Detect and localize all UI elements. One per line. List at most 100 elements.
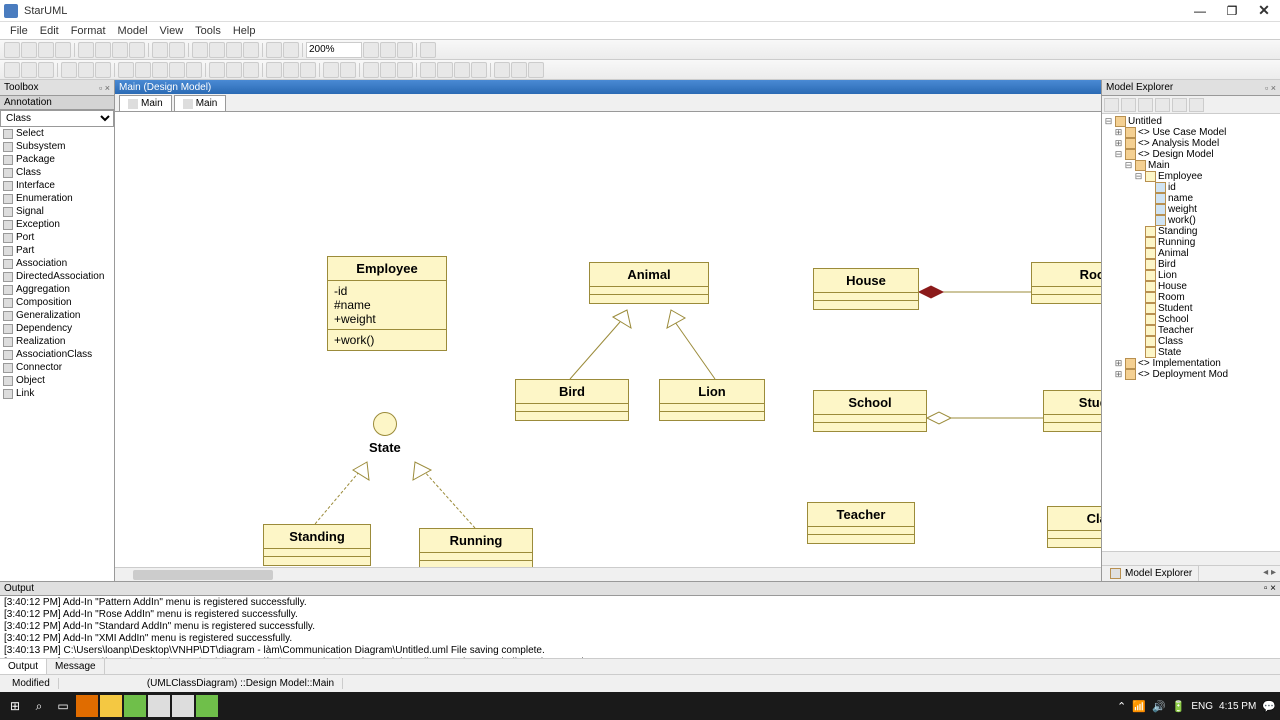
taskbar-app-5[interactable] [172, 695, 194, 717]
fmt-c[interactable] [95, 62, 111, 78]
toolbox-item-aggregation[interactable]: Aggregation [0, 283, 114, 296]
fmt-j[interactable] [283, 62, 299, 78]
undo-button[interactable] [152, 42, 168, 58]
class-room[interactable]: Room [1031, 262, 1101, 304]
fmt-q[interactable] [420, 62, 436, 78]
cut-button[interactable] [78, 42, 94, 58]
fmt-n[interactable] [363, 62, 379, 78]
fmt-v[interactable] [511, 62, 527, 78]
output-tab-output[interactable]: Output [0, 659, 47, 674]
menu-tools[interactable]: Tools [189, 23, 227, 39]
tree-emp-attr-0[interactable]: id [1104, 182, 1278, 193]
taskview-icon[interactable]: ▭ [52, 695, 74, 717]
fmt-k[interactable] [300, 62, 316, 78]
toolbox-item-link[interactable]: Link [0, 387, 114, 400]
fmt-e[interactable] [135, 62, 151, 78]
fmt-d[interactable] [118, 62, 134, 78]
delete-button[interactable] [129, 42, 145, 58]
menu-format[interactable]: Format [65, 23, 112, 39]
toolbox-item-connector[interactable]: Connector [0, 361, 114, 374]
fmt-l[interactable] [323, 62, 339, 78]
class-standing[interactable]: Standing [263, 524, 371, 566]
menu-view[interactable]: View [154, 23, 190, 39]
tree-class-class[interactable]: Class [1104, 336, 1278, 347]
taskbar-app-3[interactable] [124, 695, 146, 717]
tree-toggle-icon[interactable]: ⊟ [1114, 149, 1123, 160]
toolbox-item-dependency[interactable]: Dependency [0, 322, 114, 335]
open-button[interactable] [21, 42, 37, 58]
tree-model-1[interactable]: ⊞<> Analysis Model [1104, 138, 1278, 149]
align-center[interactable] [226, 62, 242, 78]
explorer-tab-nav[interactable]: ◂ ▸ [1259, 566, 1280, 581]
tree-toggle-icon[interactable]: ⊟ [1124, 160, 1133, 171]
toolbox-item-associationclass[interactable]: AssociationClass [0, 348, 114, 361]
paste-button[interactable] [112, 42, 128, 58]
toolbox-item-part[interactable]: Part [0, 244, 114, 257]
explorer-btn-1[interactable] [1104, 98, 1119, 112]
fmt-h[interactable] [186, 62, 202, 78]
explorer-btn-3[interactable] [1138, 98, 1153, 112]
tb-btn-f[interactable] [420, 42, 436, 58]
toolbox-item-signal[interactable]: Signal [0, 205, 114, 218]
explorer-btn-5[interactable] [1172, 98, 1187, 112]
start-button[interactable]: ⊞ [4, 695, 26, 717]
font-button[interactable] [4, 62, 20, 78]
toolbox-section-annotation[interactable]: Annotation [0, 96, 114, 110]
explorer-tab-model[interactable]: Model Explorer [1102, 566, 1199, 581]
close-button[interactable]: ✕ [1252, 3, 1276, 19]
save-button[interactable] [38, 42, 54, 58]
tree-class-house[interactable]: House [1104, 281, 1278, 292]
fmt-i[interactable] [266, 62, 282, 78]
toolbox-item-composition[interactable]: Composition [0, 296, 114, 309]
toolbox-controls[interactable]: ▫ × [99, 83, 110, 93]
tray-network-icon[interactable]: 📶 [1132, 700, 1146, 713]
tray-notifications-icon[interactable]: 💬 [1262, 700, 1276, 713]
tray-time[interactable]: 4:15 PM [1219, 701, 1256, 712]
tree-emp-attr-1[interactable]: name [1104, 193, 1278, 204]
tree-class-running[interactable]: Running [1104, 237, 1278, 248]
zoom-out-button[interactable] [363, 42, 379, 58]
tree-class-teacher[interactable]: Teacher [1104, 325, 1278, 336]
menu-file[interactable]: File [4, 23, 34, 39]
fmt-m[interactable] [340, 62, 356, 78]
toolbox-item-association[interactable]: Association [0, 257, 114, 270]
menu-edit[interactable]: Edit [34, 23, 65, 39]
menu-model[interactable]: Model [112, 23, 154, 39]
canvas-tab-main-1[interactable]: Main [119, 95, 172, 111]
taskbar-app-2[interactable] [100, 695, 122, 717]
redo-button[interactable] [169, 42, 185, 58]
explorer-btn-6[interactable] [1189, 98, 1204, 112]
tree-class-bird[interactable]: Bird [1104, 259, 1278, 270]
tree-root[interactable]: ⊟Untitled [1104, 116, 1278, 127]
toolbox-item-package[interactable]: Package [0, 153, 114, 166]
fmt-o[interactable] [380, 62, 396, 78]
zoom-in-button[interactable] [380, 42, 396, 58]
tb-btn-c[interactable] [243, 42, 259, 58]
taskbar-app-6[interactable] [196, 695, 218, 717]
zoom-fit-button[interactable] [397, 42, 413, 58]
toolbox-item-select[interactable]: Select [0, 127, 114, 140]
toolbox-item-interface[interactable]: Interface [0, 179, 114, 192]
tree-class-standing[interactable]: Standing [1104, 226, 1278, 237]
tree-bottom-model-1[interactable]: ⊞<> Deployment Mod [1104, 369, 1278, 380]
tree-toggle-icon[interactable]: ⊟ [1134, 171, 1143, 182]
class-teacher[interactable]: Teacher [807, 502, 915, 544]
toolbox-item-object[interactable]: Object [0, 374, 114, 387]
output-controls[interactable]: ▫ × [1264, 583, 1276, 594]
tray-chevron-icon[interactable]: ⌃ [1117, 700, 1126, 713]
interface-state[interactable]: State [369, 412, 401, 455]
tb-btn-a[interactable] [209, 42, 225, 58]
print-button[interactable] [55, 42, 71, 58]
tree-toggle-icon[interactable]: ⊞ [1114, 369, 1123, 380]
tree-bottom-model-0[interactable]: ⊞<> Implementation [1104, 358, 1278, 369]
fmt-p[interactable] [397, 62, 413, 78]
minimize-button[interactable]: — [1188, 3, 1212, 19]
toolbox-item-class[interactable]: Class [0, 166, 114, 179]
explorer-scrollbar[interactable] [1102, 551, 1280, 565]
class-student[interactable]: Student [1043, 390, 1101, 432]
tray-volume-icon[interactable]: 🔊 [1152, 700, 1166, 713]
align-left[interactable] [209, 62, 225, 78]
fmt-b[interactable] [78, 62, 94, 78]
tree-toggle-icon[interactable]: ⊟ [1104, 116, 1113, 127]
tree-class-school[interactable]: School [1104, 314, 1278, 325]
